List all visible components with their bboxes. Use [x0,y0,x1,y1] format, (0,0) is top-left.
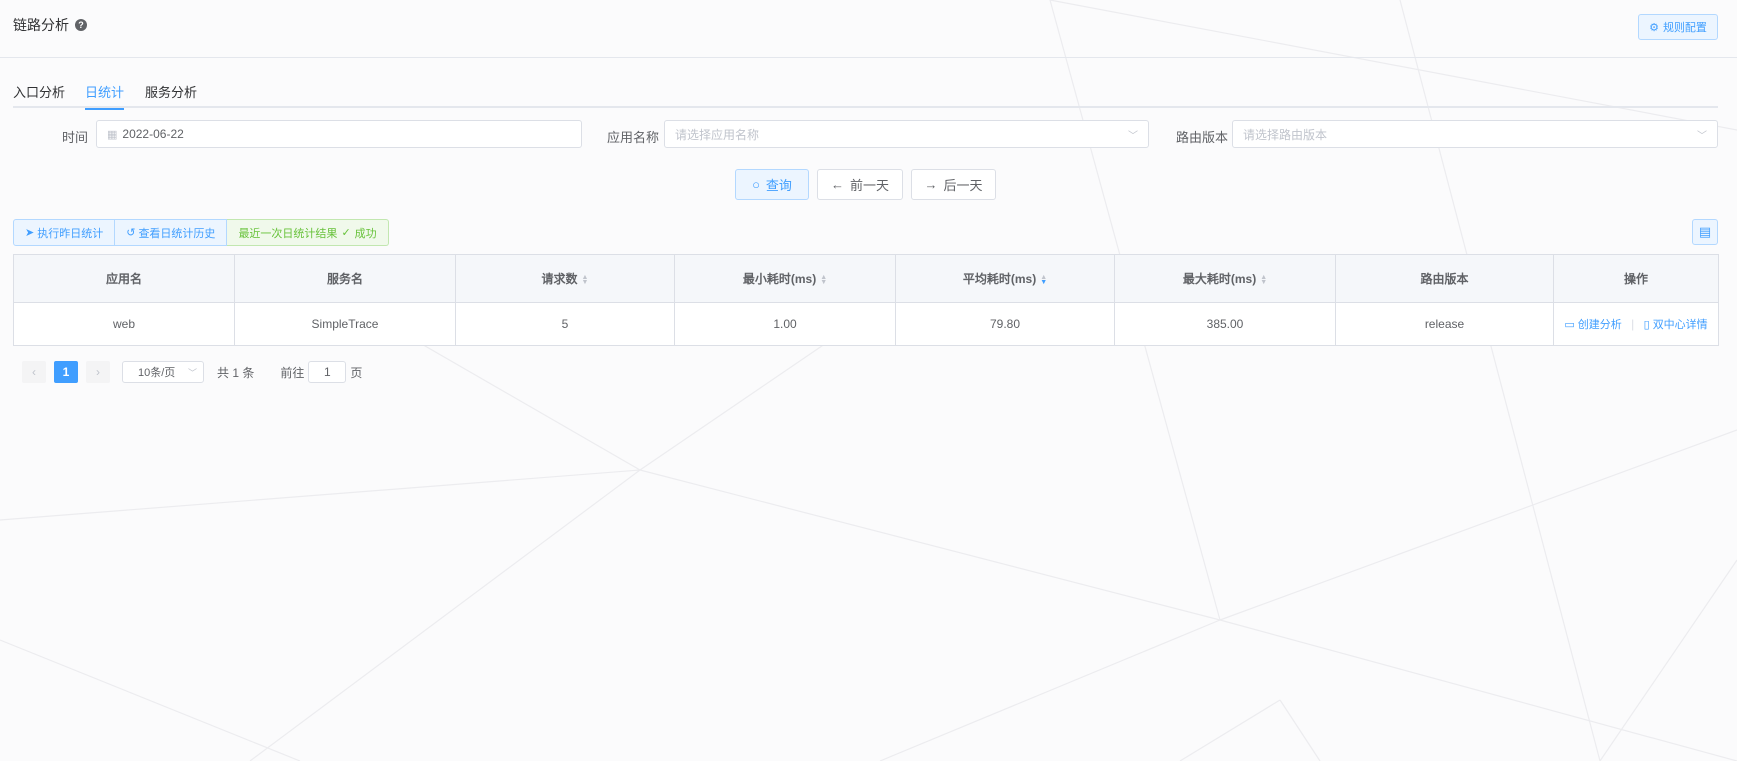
document-icon: ▯ [1643,319,1653,331]
stats-toolbar: ➤ 执行昨日统计 ↺ 查看日统计历史 最近一次日统计结果 ✓ 成功 [13,219,389,246]
app-name-placeholder: 请选择应用名称 [675,127,760,142]
rules-config-button[interactable]: ⚙ 规则配置 [1638,14,1718,40]
chevron-down-icon: ﹀ [1697,131,1707,142]
tab-daily-stats[interactable]: 日统计 [85,82,125,110]
gear-icon: ⚙ [1649,21,1659,34]
stats-table: 应用名 服务名 请求数 ▲ ▼ 最小耗时(ms) ▲ ▼ 平均耗时(ms) ▲ ▼ 最大耗时… [13,254,1719,346]
view-history-button[interactable]: ↺ 查看日统计历史 [115,219,228,246]
cell-route-version: release [1335,302,1554,346]
column-header-avg-latency[interactable]: 平均耗时(ms) ▲ ▼ [895,254,1115,303]
chevron-left-icon: ‹ [32,365,36,379]
sort-icon[interactable]: ▲ ▼ [1260,274,1267,286]
history-icon: ↺ [126,227,136,239]
app-name-label: 应用名称 [607,130,660,145]
column-settings-button[interactable]: ▤ [1692,219,1718,245]
sort-icon[interactable]: ▲ ▼ [820,274,827,286]
page: 链路分析 ? ⚙ 规则配置 入口分析 日统计 服务分析 时间 ▦ 2022-06… [0,0,1737,761]
table-row: web SimpleTrace 5 1.00 79.80 385.00 rele… [13,302,1719,346]
sort-icon[interactable]: ▲ ▼ [582,274,589,286]
query-label: 查询 [765,178,792,193]
chevron-right-icon: › [96,365,100,379]
run-yesterday-label: 执行昨日统计 [37,227,104,240]
dual-center-detail-link[interactable]: ▯ 双中心详情 [1644,319,1708,331]
cell-min-latency: 1.00 [674,302,896,346]
route-version-select[interactable]: 请选择路由版本 ﹀ [1232,120,1718,148]
table-columns-icon: ▤ [1698,224,1712,239]
page-title-group: 链路分析 ? [13,15,87,35]
help-icon[interactable]: ? [75,19,87,31]
goto-label: 前往 [280,365,305,380]
rules-config-label: 规则配置 [1662,22,1707,34]
total-count: 共 1 条 [217,365,255,380]
route-version-placeholder: 请选择路由版本 [1243,127,1328,142]
view-history-label: 查看日统计历史 [138,227,216,240]
search-icon: ○ [752,177,760,192]
column-header-requests[interactable]: 请求数 ▲ ▼ [455,254,675,303]
calendar-icon: ▦ [107,128,118,141]
cell-service: SimpleTrace [234,302,456,346]
goto-page-input[interactable] [308,361,347,383]
monitor-icon: ▭ [1564,319,1578,331]
next-page-button[interactable]: › [86,361,110,383]
last-status-label: 成功 [354,227,377,240]
cell-app: web [13,302,235,346]
time-label: 时间 [62,130,89,145]
chevron-down-icon: ﹀ [1128,131,1138,142]
tab-entry-analysis[interactable]: 入口分析 [13,82,65,106]
column-header-min-latency[interactable]: 最小耗时(ms) ▲ ▼ [674,254,896,303]
tab-service-analysis[interactable]: 服务分析 [145,82,197,106]
send-icon: ➤ [25,227,35,239]
page-size-select[interactable]: 10条/页 ﹀ [122,361,204,383]
last-result-badge: 最近一次日统计结果 ✓ 成功 [227,219,389,246]
column-header-service: 服务名 [234,254,456,303]
date-value: 2022-06-22 [122,127,184,141]
column-header-app: 应用名 [13,254,235,303]
run-yesterday-stats-button[interactable]: ➤ 执行昨日统计 [13,219,116,246]
divider: | [1631,317,1635,331]
date-picker[interactable]: ▦ 2022-06-22 [96,120,582,148]
cell-requests: 5 [455,302,675,346]
check-icon: ✓ [341,227,351,239]
chevron-down-icon: ﹀ [187,368,197,378]
page-title: 链路分析 [13,17,69,33]
cell-max-latency: 385.00 [1114,302,1336,346]
page-unit-label: 页 [350,365,363,380]
sort-icon[interactable]: ▲ ▼ [1040,274,1047,286]
next-day-label: 后一天 [943,178,983,193]
column-header-route-version: 路由版本 [1335,254,1554,303]
page-header: 链路分析 ? ⚙ 规则配置 [0,0,1737,58]
column-header-max-latency[interactable]: 最大耗时(ms) ▲ ▼ [1114,254,1336,303]
prev-day-button[interactable]: ← 前一天 [817,169,903,200]
cell-operations: ▭ 创建分析 | ▯ 双中心详情 [1553,302,1719,346]
page-number-current[interactable]: 1 [54,361,78,383]
column-header-operations: 操作 [1553,254,1719,303]
next-day-button[interactable]: → 后一天 [911,169,996,200]
pagination: ‹ 1 › 10条/页 ﹀ 共 1 条 前往 页 [22,361,362,383]
route-version-label: 路由版本 [1176,130,1229,145]
create-analysis-link[interactable]: ▭ 创建分析 [1564,319,1621,331]
cell-avg-latency: 79.80 [895,302,1115,346]
prev-day-label: 前一天 [849,178,889,193]
prev-page-button[interactable]: ‹ [22,361,46,383]
tab-bar: 入口分析 日统计 服务分析 [13,80,1718,110]
page-size-value: 10条/页 [138,367,176,379]
arrow-left-icon: ← [830,177,844,192]
table-header-row: 应用名 服务名 请求数 ▲ ▼ 最小耗时(ms) ▲ ▼ 平均耗时(ms) ▲ ▼ 最大耗时… [13,254,1719,303]
query-button[interactable]: ○ 查询 [735,169,809,200]
last-result-label: 最近一次日统计结果 [238,227,338,240]
arrow-right-icon: → [924,177,938,192]
app-name-select[interactable]: 请选择应用名称 ﹀ [664,120,1149,148]
